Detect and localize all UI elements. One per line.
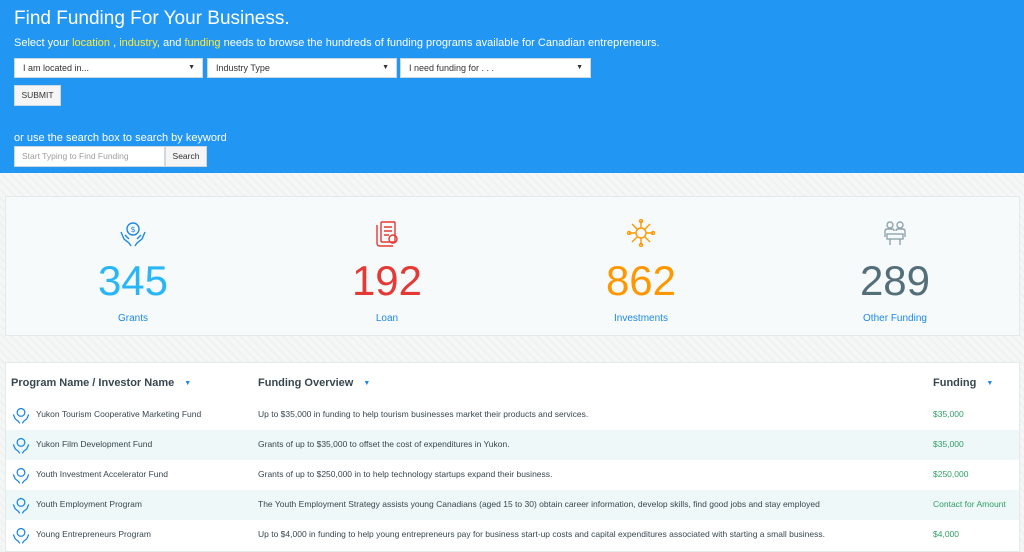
subtitle-and: , and — [156, 37, 182, 49]
stat-investments-label: Investments — [614, 313, 668, 324]
table-row[interactable]: Yukon Film Development Fund Grants of up… — [6, 430, 1019, 460]
industry-select-value: Industry Type — [216, 63, 270, 73]
program-overview: Up to $35,000 in funding to help tourism… — [258, 409, 589, 419]
program-amount: $250,000 — [933, 469, 969, 479]
program-amount: Contact for Amount — [933, 499, 1006, 509]
program-name[interactable]: Yukon Film Development Fund — [36, 439, 152, 449]
meeting-people-icon — [884, 221, 906, 245]
svg-text:$: $ — [130, 225, 135, 234]
column-header-overview[interactable]: Funding Overview ▼ — [258, 377, 370, 389]
money-hands-icon: $ — [120, 222, 146, 247]
stat-other-funding-value: 289 — [859, 257, 931, 304]
program-name[interactable]: Youth Investment Accelerator Fund — [36, 469, 168, 479]
loan-document-icon — [376, 221, 398, 247]
program-name[interactable]: Youth Employment Program — [36, 499, 142, 509]
program-overview: Grants of up to $250,000 in to help tech… — [258, 469, 553, 479]
chevron-down-icon: ▼ — [382, 64, 389, 71]
table-row[interactable]: Youth Employment Program The Youth Emplo… — [6, 490, 1019, 520]
subtitle-industry: industry — [119, 37, 157, 49]
funding-stats-panel: $ 345 Grants 192 Loan 862 Investments 28… — [5, 196, 1020, 336]
investment-network-icon — [627, 219, 655, 247]
money-hands-icon — [12, 407, 30, 424]
program-amount: $35,000 — [933, 439, 964, 449]
program-overview: The Youth Employment Strategy assists yo… — [258, 499, 820, 509]
sort-down-icon[interactable]: ▼ — [986, 380, 993, 387]
program-amount: $35,000 — [933, 409, 964, 419]
chevron-down-icon: ▼ — [576, 64, 583, 71]
stat-loan[interactable]: 192 Loan — [260, 197, 514, 337]
table-row[interactable]: Young Entrepreneurs Program Up to $4,000… — [6, 520, 1019, 550]
subtitle-funding: funding — [184, 37, 221, 49]
funding-programs-table: Program Name / Investor Name ▼ Funding Ov… — [5, 362, 1020, 552]
money-hands-icon — [12, 527, 30, 544]
funding-select[interactable]: I need funding for . . . ▼ — [400, 58, 591, 78]
industry-select[interactable]: Industry Type ▼ — [207, 58, 397, 78]
sort-down-icon[interactable]: ▼ — [184, 380, 191, 387]
location-select[interactable]: I am located in... ▼ — [14, 58, 203, 78]
program-overview: Grants of up to $35,000 to offset the co… — [258, 439, 510, 449]
table-row[interactable]: Youth Investment Accelerator Fund Grants… — [6, 460, 1019, 490]
money-hands-icon — [12, 437, 30, 454]
program-amount: $4,000 — [933, 529, 959, 539]
column-header-name-label: Program Name / Investor Name — [11, 377, 175, 389]
stat-grants-value: 345 — [97, 257, 169, 304]
submit-button[interactable]: SUBMIT — [14, 85, 61, 106]
hero-subtitle: Select your location , industry, and fun… — [14, 37, 660, 49]
program-name[interactable]: Young Entrepreneurs Program — [36, 529, 151, 539]
stat-loan-value: 192 — [351, 257, 423, 304]
chevron-down-icon: ▼ — [188, 64, 195, 71]
stat-other-funding[interactable]: 289 Other Funding — [768, 197, 1022, 337]
column-header-name[interactable]: Program Name / Investor Name ▼ — [11, 377, 191, 389]
column-header-funding[interactable]: Funding ▼ — [933, 377, 993, 389]
money-hands-icon — [12, 497, 30, 514]
stat-investments-value: 862 — [605, 257, 677, 304]
location-select-value: I am located in... — [23, 63, 90, 73]
sort-down-icon[interactable]: ▼ — [363, 380, 370, 387]
stat-grants-label: Grants — [117, 313, 148, 324]
column-header-funding-label: Funding — [933, 377, 977, 389]
funding-select-value: I need funding for . . . — [409, 63, 495, 73]
program-name[interactable]: Yukon Tourism Cooperative Marketing Fund — [36, 409, 201, 419]
column-header-overview-label: Funding Overview — [258, 377, 354, 389]
search-button[interactable]: Search — [165, 146, 207, 167]
program-overview: Up to $4,000 in funding to help young en… — [258, 529, 825, 539]
subtitle-suffix: needs to browse the hundreds of funding … — [223, 37, 660, 49]
stat-other-funding-label: Other Funding — [863, 313, 927, 324]
search-prompt: or use the search box to search by keywo… — [14, 132, 227, 144]
page-title: Find Funding For Your Business. — [14, 8, 290, 29]
search-input[interactable]: Start Typing to Find Funding — [14, 146, 165, 167]
table-row[interactable]: Yukon Tourism Cooperative Marketing Fund… — [6, 400, 1019, 430]
stat-loan-label: Loan — [375, 313, 399, 324]
money-hands-icon — [12, 467, 30, 484]
subtitle-location: location — [72, 37, 111, 49]
subtitle-prefix: Select your — [14, 37, 70, 49]
stat-grants[interactable]: $ 345 Grants — [6, 197, 260, 337]
subtitle-comma: , — [113, 37, 117, 49]
hero-banner: Find Funding For Your Business. Select y… — [0, 0, 1024, 173]
stat-investments[interactable]: 862 Investments — [514, 197, 768, 337]
